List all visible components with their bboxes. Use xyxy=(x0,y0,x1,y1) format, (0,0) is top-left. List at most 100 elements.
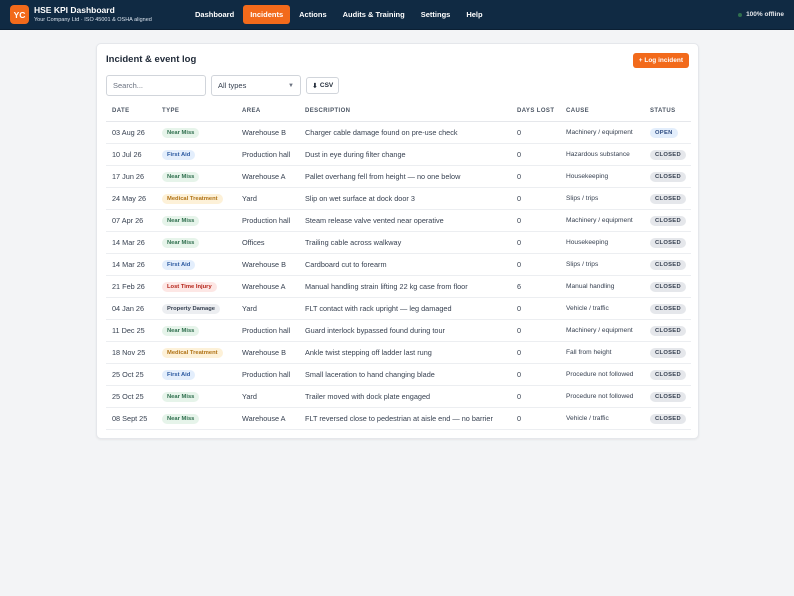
status-dot-icon xyxy=(738,12,743,17)
type-badge: Medical Treatment xyxy=(162,193,223,204)
table-row[interactable]: 07 Apr 26 Near Miss Production hall Steam r… xyxy=(106,209,691,232)
type-cell: Near Miss xyxy=(156,209,236,232)
table-row[interactable]: 25 Oct 25 First Aid Production hall Small l… xyxy=(106,363,691,386)
status-cell: CLOSED xyxy=(644,231,691,254)
nav-item-settings[interactable]: Settings xyxy=(414,5,458,24)
cause-cell: Housekeeping xyxy=(560,231,644,254)
area-cell: Warehouse A xyxy=(236,165,299,188)
table-header-row: DATE TYPE AREA DESCRIPTION DAYS LOST CAUSE STA… xyxy=(106,102,691,122)
csv-label: CSV xyxy=(319,82,334,89)
search-input[interactable] xyxy=(106,75,206,96)
column-header-description[interactable]: DESCRIPTION xyxy=(299,102,511,122)
days-lost-cell: 0 xyxy=(511,165,560,188)
description-cell: Trailer moved with dock plate engaged xyxy=(299,385,511,408)
days-lost-cell: 0 xyxy=(511,187,560,210)
status-badge: CLOSED xyxy=(650,369,686,380)
date-cell: 07 Apr 26 xyxy=(106,209,156,232)
days-lost-cell: 0 xyxy=(511,407,560,430)
description-cell: Cardboard cut to forearm xyxy=(299,253,511,276)
column-header-type[interactable]: TYPE xyxy=(156,102,236,122)
table-row[interactable]: 04 Jan 26 Property Damage Yard FLT contact … xyxy=(106,297,691,320)
incident-log-card: Incident & event log + Log incident All … xyxy=(96,43,699,439)
column-header-cause[interactable]: CAUSE xyxy=(560,102,644,122)
column-header-days-lost[interactable]: DAYS LOST xyxy=(511,102,560,122)
incident-table: DATE TYPE AREA DESCRIPTION DAYS LOST CAUSE STA… xyxy=(106,102,691,430)
type-badge: Near Miss xyxy=(162,413,200,424)
description-cell: Pallet overhang fell from height — no on… xyxy=(299,165,511,188)
status-badge: CLOSED xyxy=(650,193,686,204)
table-row[interactable]: 10 Jul 26 First Aid Production hall Dust in… xyxy=(106,143,691,166)
description-cell: Slip on wet surface at dock door 3 xyxy=(299,187,511,210)
table-row[interactable]: 03 Aug 26 Near Miss Warehouse B Charger cab… xyxy=(106,121,691,144)
type-badge: First Aid xyxy=(162,149,196,160)
status-cell: OPEN xyxy=(644,121,691,144)
table-row[interactable]: 25 Oct 25 Near Miss Yard Trailer moved with… xyxy=(106,385,691,408)
table-row[interactable]: 17 Jun 26 Near Miss Warehouse A Pallet over… xyxy=(106,165,691,188)
description-cell: Guard interlock bypassed found during to… xyxy=(299,319,511,342)
area-cell: Warehouse B xyxy=(236,121,299,144)
csv-export-button[interactable]: ⬇ CSV xyxy=(306,77,340,94)
brand: HSE KPI Dashboard Your Company Ltd · ISO… xyxy=(34,5,176,24)
type-cell: First Aid xyxy=(156,253,236,276)
type-cell: Near Miss xyxy=(156,231,236,254)
nav-item-actions[interactable]: Actions xyxy=(292,5,334,24)
type-cell: Property Damage xyxy=(156,297,236,320)
nav-item-help[interactable]: Help xyxy=(459,5,489,24)
table-row[interactable]: 11 Dec 25 Near Miss Production hall Guard i… xyxy=(106,319,691,342)
type-badge: Near Miss xyxy=(162,215,200,226)
table-body: 03 Aug 26 Near Miss Warehouse B Charger cab… xyxy=(106,121,691,430)
cause-cell: Hazardous substance xyxy=(560,143,644,166)
status-label: 100% offline xyxy=(746,11,784,18)
date-cell: 25 Oct 25 xyxy=(106,385,156,408)
card-title: Incident & event log xyxy=(106,54,197,65)
date-cell: 04 Jan 26 xyxy=(106,297,156,320)
date-cell: 14 Mar 26 xyxy=(106,253,156,276)
date-cell: 18 Nov 25 xyxy=(106,341,156,364)
column-header-date[interactable]: DATE xyxy=(106,102,156,122)
nav-item-dashboard[interactable]: Dashboard xyxy=(188,5,241,24)
area-cell: Production hall xyxy=(236,319,299,342)
cause-cell: Slips / trips xyxy=(560,253,644,276)
type-badge: Near Miss xyxy=(162,127,200,138)
column-header-area[interactable]: AREA xyxy=(236,102,299,122)
cause-cell: Vehicle / traffic xyxy=(560,407,644,430)
description-cell: FLT contact with rack upright — leg dama… xyxy=(299,297,511,320)
type-cell: First Aid xyxy=(156,143,236,166)
status-badge: CLOSED xyxy=(650,149,686,160)
area-cell: Yard xyxy=(236,297,299,320)
date-cell: 25 Oct 25 xyxy=(106,363,156,386)
status-badge: CLOSED xyxy=(650,215,686,226)
days-lost-cell: 0 xyxy=(511,341,560,364)
log-incident-button[interactable]: + Log incident xyxy=(632,53,689,68)
status-badge: CLOSED xyxy=(650,391,686,402)
type-filter-select[interactable]: All types ▼ xyxy=(211,75,301,96)
type-badge: First Aid xyxy=(162,369,196,380)
description-cell: FLT reversed close to pedestrian at aisl… xyxy=(299,407,511,430)
area-cell: Warehouse A xyxy=(236,275,299,298)
type-cell: Near Miss xyxy=(156,165,236,188)
area-cell: Warehouse A xyxy=(236,407,299,430)
days-lost-cell: 0 xyxy=(511,385,560,408)
type-badge: First Aid xyxy=(162,259,196,270)
days-lost-cell: 0 xyxy=(511,121,560,144)
main-nav: Dashboard Incidents Actions Audits & Traini… xyxy=(188,5,492,24)
table-row[interactable]: 14 Mar 26 Near Miss Offices Trailing cable … xyxy=(106,231,691,254)
status-badge: CLOSED xyxy=(650,413,686,424)
offline-status: 100% offline xyxy=(738,11,784,18)
column-header-status[interactable]: STATUS xyxy=(644,102,691,122)
status-cell: CLOSED xyxy=(644,275,691,298)
table-row[interactable]: 08 Sept 25 Near Miss Warehouse A FLT revers… xyxy=(106,407,691,430)
type-cell: Medical Treatment xyxy=(156,341,236,364)
type-badge: Near Miss xyxy=(162,171,200,182)
table-row[interactable]: 18 Nov 25 Medical Treatment Warehouse B Ank… xyxy=(106,341,691,364)
type-cell: Near Miss xyxy=(156,407,236,430)
table-row[interactable]: 14 Mar 26 First Aid Warehouse B Cardboard c… xyxy=(106,253,691,276)
cause-cell: Housekeeping xyxy=(560,165,644,188)
table-row[interactable]: 21 Feb 26 Lost Time Injury Warehouse A Manu… xyxy=(106,275,691,298)
table-row[interactable]: 24 May 26 Medical Treatment Yard Slip on we… xyxy=(106,187,691,210)
nav-item-incidents[interactable]: Incidents xyxy=(243,5,291,24)
type-badge: Lost Time Injury xyxy=(162,281,217,292)
nav-item-audits-training[interactable]: Audits & Training xyxy=(336,5,412,24)
chevron-down-icon: ▼ xyxy=(288,82,294,89)
app-subtitle: Your Company Ltd · ISO 45001 & OSHA alig… xyxy=(34,17,152,24)
